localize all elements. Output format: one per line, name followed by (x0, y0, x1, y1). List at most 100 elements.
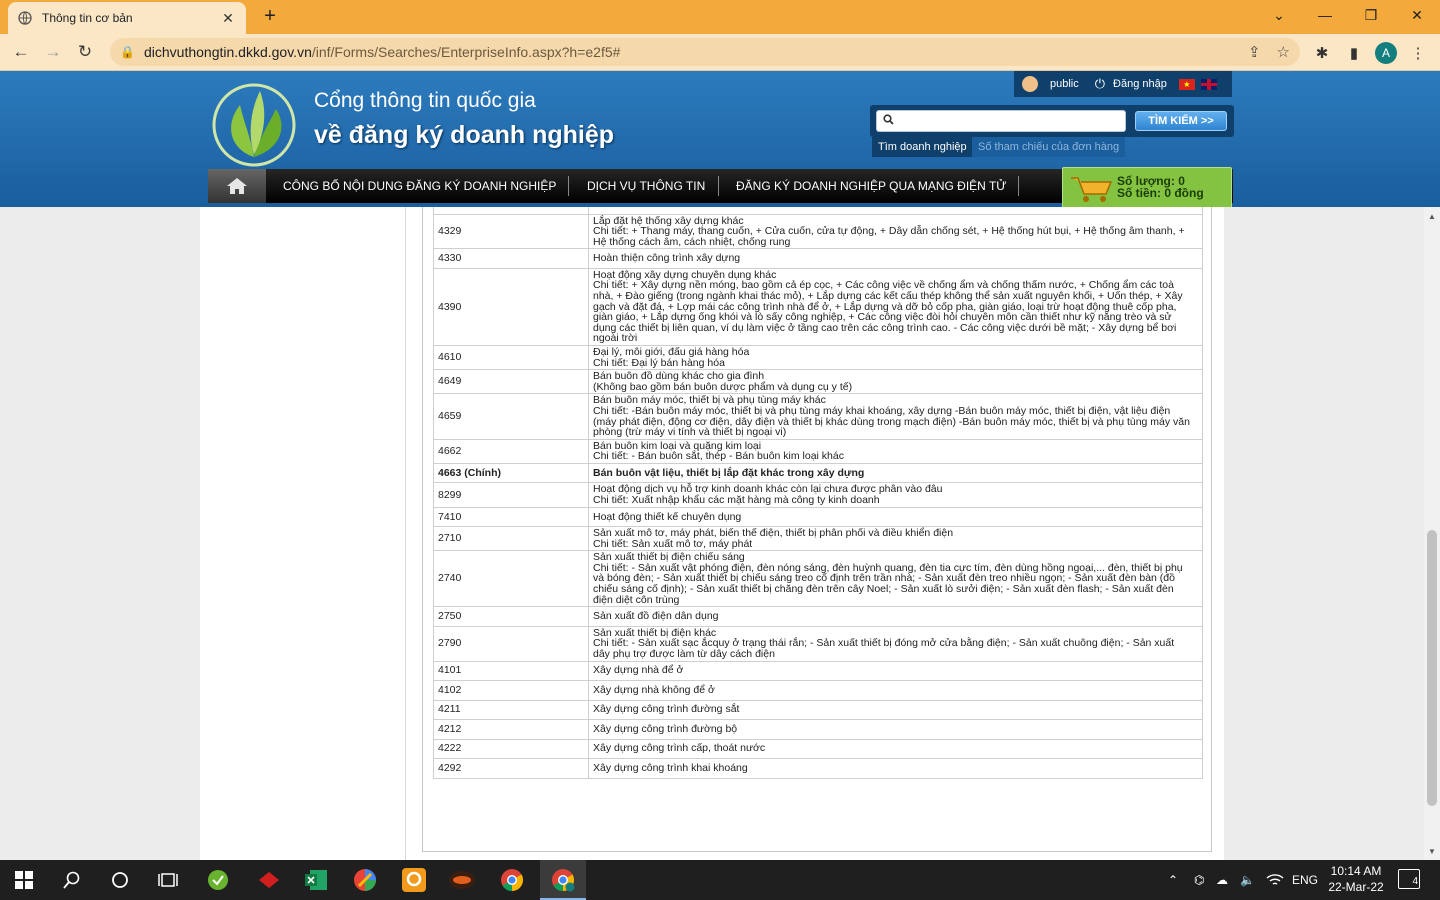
industry-code: 4329 (433, 213, 589, 250)
browser-tab[interactable]: Thông tin cơ bản ✕ (8, 2, 246, 34)
description-line: Xây dựng nhà để ở (593, 664, 684, 677)
system-clock[interactable]: 10:14 AM 22-Mar-22 (1318, 863, 1394, 895)
industry-description: Bán buôn kim loại và quặng kim loại Chi t… (588, 438, 1203, 464)
windows-start-icon[interactable] (8, 864, 40, 896)
industry-description: Xây dựng công trình đường sắt (588, 699, 1203, 720)
back-button[interactable]: ← (8, 40, 34, 64)
nav-divider (1018, 176, 1019, 196)
share-icon[interactable]: ⇪ (1248, 43, 1261, 61)
left-sidebar (200, 207, 406, 860)
industry-description: Xây dựng nhà không để ở (588, 680, 1203, 701)
industry-description: Đại lý, môi giới, đấu giá hàng hóa Chi ti… (588, 344, 1203, 371)
industry-description: Xây dựng công trình đường bộ (588, 719, 1203, 740)
address-bar[interactable]: 🔒 dichvuthongtin.dkkd.gov.vn/inf/Forms/S… (110, 38, 1300, 66)
description-line: phòng (trừ máy vi tính và thiết bị ngoại… (593, 426, 787, 439)
table-row: 2790 Sản xuất thiết bị điện khác Chi tiết:… (433, 625, 1203, 662)
description-cell (588, 207, 1203, 215)
home-icon[interactable] (208, 169, 266, 203)
industry-code: 2750 (433, 606, 589, 627)
close-tab-icon[interactable]: ✕ (220, 10, 236, 26)
cart-icon (1071, 177, 1113, 202)
tab-find-enterprise[interactable]: Tìm doanh nghiệp (872, 137, 973, 157)
close-window-button[interactable]: ✕ (1394, 0, 1440, 30)
table-row: 4329 Lắp đặt hệ thống xây dựng khác Chi ti… (433, 213, 1203, 250)
username: public (1050, 78, 1079, 90)
shopping-cart[interactable]: Số lượng: 0 Số tiền: 0 đồng (1062, 167, 1232, 211)
volume-muted-icon[interactable]: 🔈 (1240, 860, 1255, 900)
table-row: 4390 Hoạt động xây dựng chuyên dụng khác C… (433, 267, 1203, 346)
tray-chevron-icon[interactable]: ⌃ (1168, 860, 1178, 900)
maps-app-icon[interactable] (349, 864, 381, 896)
nav-item-online-registration[interactable]: ĐĂNG KÝ DOANH NGHIỆP QUA MẠNG ĐIỆN TỬ (736, 169, 1007, 203)
search-panel: TÌM KIẾM >> (870, 105, 1234, 137)
scroll-up-arrow[interactable]: ▲ (1424, 209, 1440, 223)
description-line: Chi tiết: -Bán buôn máy móc, thiết bị và… (593, 404, 1171, 417)
industry-description: Hoạt động xây dựng chuyên dụng khác Chi t… (588, 267, 1203, 346)
table-row (433, 207, 1203, 215)
tray-network-warning-icon[interactable]: ☁ (1216, 860, 1228, 900)
red-app-icon[interactable] (253, 864, 285, 896)
nav-item-publication[interactable]: CÔNG BỐ NỘI DUNG ĐĂNG KÝ DOANH NGHIỆP (283, 169, 556, 203)
notification-center-icon[interactable]: 4 (1398, 869, 1420, 889)
description-line: Chi tiết: - Bán buôn sắt, thép - Bán buô… (593, 450, 844, 463)
new-tab-button[interactable]: + (258, 6, 282, 28)
description-line: Đại lý, môi giới, đấu giá hàng hóa (593, 345, 750, 358)
login-link[interactable]: Đăng nhập (1113, 78, 1167, 90)
wifi-icon[interactable] (1266, 860, 1284, 900)
industry-code: 2790 (433, 625, 589, 662)
search-button[interactable]: TÌM KIẾM >> (1135, 111, 1227, 131)
clock-time: 10:14 AM (1330, 864, 1382, 878)
restore-button[interactable]: ❐ (1348, 0, 1394, 30)
description-line: Chi tiết: Xuất nhập khẩu các mặt hàng mà… (593, 493, 880, 506)
main-column: 4329 Lắp đặt hệ thống xây dựng khác Chi ti… (200, 207, 1224, 860)
search-input[interactable] (876, 110, 1126, 132)
extensions-icon[interactable]: ✱ (1311, 42, 1333, 64)
scroll-down-arrow[interactable]: ▼ (1424, 844, 1440, 858)
description-line: Sản xuất đồ điện dân dụng (593, 610, 719, 623)
green-app-icon[interactable] (202, 864, 234, 896)
description-line: ngoài trời (593, 332, 638, 345)
description-line: Hoạt động thiết kế chuyên dụng (593, 510, 742, 523)
page-scrollbar[interactable]: ▲ ▼ (1424, 207, 1440, 860)
industry-code: 4649 (433, 369, 589, 395)
industry-code: 4659 (433, 393, 589, 440)
cart-amount: Số tiền: 0 đồng (1117, 186, 1204, 200)
tray-meet-icon[interactable]: ⌬ (1194, 860, 1204, 900)
language-indicator[interactable]: ENG (1292, 860, 1318, 900)
description-line: Xây dựng công trình đường bộ (593, 722, 738, 735)
orange-app-icon[interactable] (398, 864, 430, 896)
description-line: dây phụ trợ được làm từ dây cách điện (593, 647, 775, 660)
cortana-icon[interactable] (104, 864, 136, 896)
site-logo[interactable] (210, 79, 304, 167)
table-row: 4662 Bán buôn kim loại và quặng kim loại C… (433, 438, 1203, 464)
tab-search-icon[interactable]: ⌄ (1256, 0, 1302, 30)
excel-icon[interactable] (300, 864, 332, 896)
tab-order-reference[interactable]: Số tham chiếu của đơn hàng (972, 137, 1126, 157)
description-line: điện diệt côn trùng (593, 593, 680, 606)
bookmark-star-icon[interactable]: ☆ (1277, 43, 1290, 61)
profile-avatar[interactable]: A (1375, 42, 1397, 64)
vietnam-flag-icon[interactable]: ★ (1178, 78, 1195, 90)
forward-button[interactable]: → (40, 40, 66, 64)
nav-divider (718, 176, 719, 196)
industry-code: 7410 (433, 506, 589, 528)
chrome-icon[interactable] (496, 864, 528, 896)
menu-kebab-icon[interactable]: ⋮ (1407, 42, 1429, 64)
description-line: Xây dựng nhà không để ở (593, 683, 715, 696)
table-row: 7410 Hoạt động thiết kế chuyên dụng (433, 506, 1203, 528)
task-view-icon[interactable] (152, 864, 184, 896)
minimize-button[interactable]: — (1302, 0, 1348, 30)
site-header: Cổng thông tin quốc gia về đăng ký doanh… (0, 71, 1440, 211)
chrome-profile-icon[interactable] (547, 864, 579, 896)
search-icon[interactable] (56, 864, 88, 896)
uk-flag-icon[interactable] (1200, 78, 1217, 90)
reload-button[interactable]: ↻ (72, 40, 98, 64)
industry-code: 4663 (Chính) (433, 462, 589, 484)
table-row: 4330 Hoàn thiện công trình xây dựng (433, 248, 1203, 269)
game-app-icon[interactable] (446, 864, 478, 896)
industry-description: Xây dựng công trình cấp, thoát nước (588, 738, 1203, 759)
nav-item-info-services[interactable]: DỊCH VỤ THÔNG TIN (587, 169, 705, 203)
scrollbar-thumb[interactable] (1427, 530, 1437, 806)
side-panel-icon[interactable]: ▮ (1343, 42, 1365, 64)
table-row: 4101 Xây dựng nhà để ở (433, 660, 1203, 681)
